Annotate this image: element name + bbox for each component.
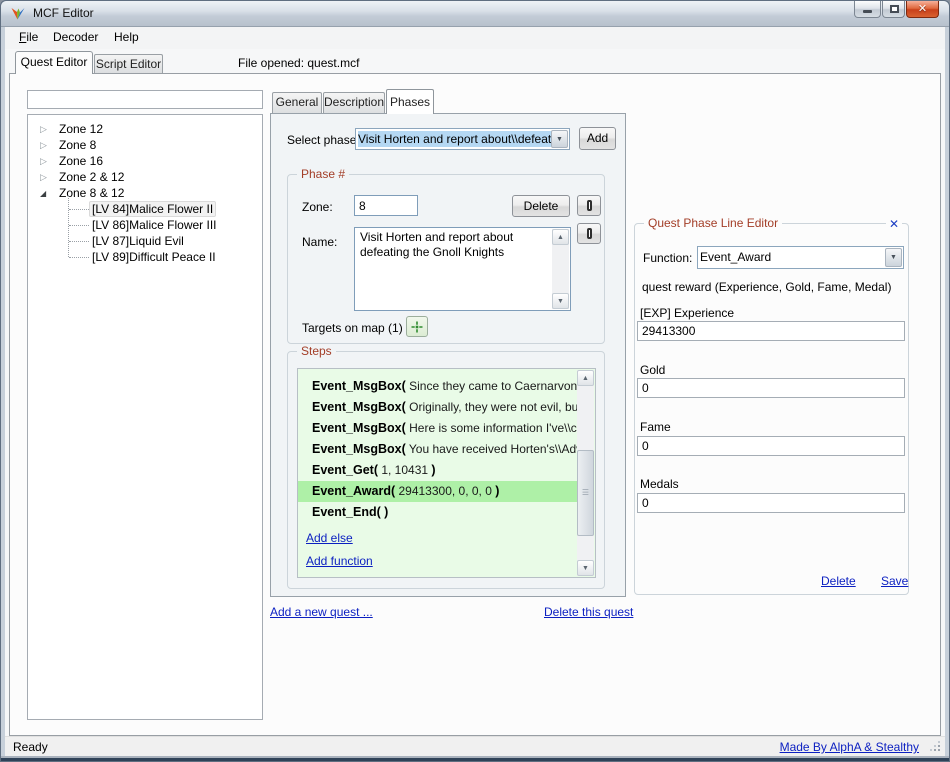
tab-script-editor[interactable]: Script Editor — [94, 54, 163, 73]
delete-line-link[interactable]: Delete — [821, 574, 856, 588]
gold-label: Gold — [640, 363, 665, 377]
step-row[interactable]: Event_End( ) — [298, 502, 578, 523]
step-row[interactable]: Event_MsgBox( Here is some information I… — [298, 418, 578, 439]
step-row[interactable]: Event_MsgBox( You have received Horten's… — [298, 439, 578, 460]
add-new-quest-link[interactable]: Add a new quest ... — [270, 605, 373, 619]
phases-tab-page: Select phase: Visit Horten and report ab… — [270, 113, 626, 597]
menu-bar: File Decoder Help — [5, 27, 945, 49]
window-frame-bottom — [1, 756, 949, 761]
step-row[interactable]: Event_Get( 1, 10431 ) — [298, 460, 578, 481]
name-label: Name: — [302, 235, 337, 249]
scrollbar-thumb[interactable] — [577, 450, 594, 536]
tab-quest-editor[interactable]: Quest Editor — [15, 51, 93, 74]
quest-phase-line-editor: Quest Phase Line Editor ✕ Function: Even… — [634, 223, 909, 595]
medals-input[interactable] — [637, 493, 905, 513]
tab-description[interactable]: Description — [323, 92, 385, 113]
maximize-button[interactable] — [882, 1, 905, 18]
tree-item-quest[interactable]: [LV 84]Malice Flower II — [28, 201, 262, 217]
tree-item-zone8-12[interactable]: Zone 8 & 12 — [28, 185, 262, 201]
title-bar[interactable]: MCF Editor ✕ — [1, 1, 949, 27]
medals-label: Medals — [640, 477, 679, 491]
search-input[interactable] — [27, 90, 263, 109]
phase-name-textarea[interactable]: Visit Horten and report about defeating … — [354, 227, 571, 311]
tree-item-zone16[interactable]: Zone 16 — [28, 153, 262, 169]
tree-item-quest[interactable]: [LV 86]Malice Flower III — [28, 217, 262, 233]
add-function-link[interactable]: Add function — [306, 554, 373, 568]
gold-input[interactable] — [637, 378, 905, 398]
phase-move-down-button[interactable] — [577, 223, 601, 244]
tree-expand-icon[interactable] — [40, 137, 52, 153]
tree-item-zone8[interactable]: Zone 8 — [28, 137, 262, 153]
menu-decoder[interactable]: Decoder — [53, 30, 98, 44]
tree-item-quest[interactable]: [LV 89]Difficult Peace II — [28, 249, 262, 265]
phase-move-up-button[interactable] — [577, 195, 601, 216]
menu-help[interactable]: Help — [114, 30, 139, 44]
close-button[interactable]: ✕ — [906, 1, 939, 18]
target-marker-icon — [411, 321, 423, 333]
add-phase-button[interactable]: Add — [579, 127, 616, 150]
function-description: quest reward (Experience, Gold, Fame, Me… — [642, 280, 891, 294]
tree-item-zone12[interactable]: Zone 12 — [28, 121, 262, 137]
step-row[interactable]: Event_MsgBox( Originally, they were not … — [298, 397, 578, 418]
scroll-down-icon[interactable]: ▼ — [577, 560, 594, 576]
scroll-down-icon[interactable]: ▼ — [552, 293, 569, 309]
function-combobox[interactable]: Event_Award — [697, 246, 904, 269]
zone-tree[interactable]: Zone 12 Zone 8 Zone 16 Zone 2 & 12 Zone … — [27, 114, 263, 720]
name-scrollbar[interactable]: ▲ ▼ — [552, 229, 569, 309]
scroll-up-icon[interactable]: ▲ — [552, 229, 569, 245]
select-phase-combobox[interactable]: Visit Horten and report about\\defeating — [355, 128, 570, 150]
experience-input[interactable] — [637, 321, 905, 341]
zone-input[interactable] — [354, 195, 418, 216]
add-else-link[interactable]: Add else — [306, 531, 373, 545]
line-editor-title: Quest Phase Line Editor — [644, 216, 782, 230]
step-row-selected[interactable]: Event_Award( 29413300, 0, 0, 0 ) — [298, 481, 578, 502]
tab-general[interactable]: General — [272, 92, 322, 113]
close-icon: ✕ — [907, 1, 938, 17]
file-opened-label: File opened: quest.mcf — [238, 56, 359, 70]
targets-on-map-label: Targets on map (1) — [302, 321, 403, 335]
delete-phase-button[interactable]: Delete — [512, 195, 570, 217]
window-title: MCF Editor — [33, 6, 94, 20]
fame-input[interactable] — [637, 436, 905, 456]
steps-groupbox: Steps Event_MsgBox( Since they came to C… — [287, 351, 605, 589]
zone-label: Zone: — [302, 200, 333, 214]
phase-group-title: Phase # — [297, 167, 349, 181]
app-logo-icon — [10, 6, 26, 22]
resize-grip-icon[interactable] — [929, 740, 943, 754]
tree-collapse-icon[interactable] — [40, 185, 52, 202]
scroll-up-icon[interactable]: ▲ — [577, 370, 594, 386]
credits-link[interactable]: Made By AlphA & Stealthy — [780, 740, 919, 754]
tab-phases[interactable]: Phases — [386, 89, 434, 114]
delete-this-quest-link[interactable]: Delete this quest — [544, 605, 633, 619]
steps-group-title: Steps — [297, 344, 336, 358]
tree-item-quest[interactable]: [LV 87]Liquid Evil — [28, 233, 262, 249]
tree-expand-icon[interactable] — [40, 153, 52, 169]
experience-label: [EXP] Experience — [640, 306, 734, 320]
fame-label: Fame — [640, 420, 671, 434]
minimize-icon — [863, 10, 872, 13]
tree-item-zone2-12[interactable]: Zone 2 & 12 — [28, 169, 262, 185]
select-phase-label: Select phase: — [287, 133, 360, 147]
maximize-icon — [890, 5, 899, 13]
tree-expand-icon[interactable] — [40, 169, 52, 185]
show-targets-button[interactable] — [406, 316, 428, 337]
quest-editor-page: Zone 12 Zone 8 Zone 16 Zone 2 & 12 Zone … — [9, 73, 941, 736]
steps-list[interactable]: Event_MsgBox( Since they came to Caernar… — [297, 368, 596, 578]
tree-expand-icon[interactable] — [40, 121, 52, 137]
chevron-down-icon[interactable] — [551, 130, 568, 148]
app-window: MCF Editor ✕ File Decoder Help Quest Edi… — [0, 0, 950, 762]
status-bar: Ready Made By AlphA & Stealthy — [5, 736, 945, 756]
steps-scrollbar[interactable]: ▲ ▼ — [577, 370, 594, 576]
slot-icon — [587, 228, 592, 239]
minimize-button[interactable] — [854, 1, 881, 18]
step-row[interactable]: Event_MsgBox( Since they came to Caernar… — [298, 376, 578, 397]
save-line-link[interactable]: Save — [881, 574, 908, 588]
chevron-down-icon[interactable] — [885, 248, 902, 267]
phase-groupbox: Phase # Zone: Delete Name: Visit Horten … — [287, 174, 605, 344]
function-label: Function: — [643, 251, 692, 265]
menu-file[interactable]: File — [19, 30, 38, 44]
status-text: Ready — [13, 740, 48, 754]
close-editor-icon[interactable]: ✕ — [886, 217, 902, 231]
slot-icon — [587, 200, 592, 211]
